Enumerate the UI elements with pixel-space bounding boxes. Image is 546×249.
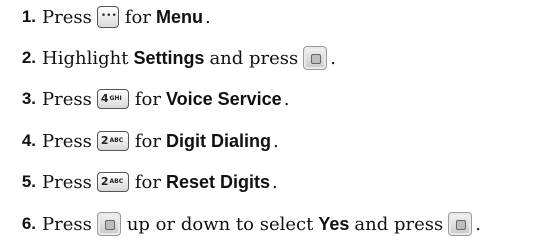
step-number: 5. xyxy=(21,172,36,191)
step-text: . xyxy=(204,6,211,28)
key-digit: 2 xyxy=(100,134,109,147)
step-text: and press xyxy=(354,213,444,235)
step-text: . xyxy=(271,171,278,193)
ok-key-icon xyxy=(303,46,328,70)
menu-key-icon: ••• xyxy=(96,6,119,28)
ok-center-icon xyxy=(311,54,322,64)
step-text: for xyxy=(124,6,151,28)
menu-option-label: Settings xyxy=(133,47,205,68)
step-number: 1. xyxy=(21,7,36,26)
step-text: for xyxy=(134,130,161,152)
step-text: Press xyxy=(42,213,92,235)
step-item: 6. Press up or down to select Yes and press. xyxy=(0,207,481,241)
step-item: 3. Press 4GHI for Voice Service. xyxy=(0,82,290,116)
key-letters: GHI xyxy=(109,95,122,102)
ok-key-icon xyxy=(448,212,473,236)
key-4-icon: 4GHI xyxy=(96,89,129,109)
step-item: 5. Press 2ABC for Reset Digits. xyxy=(0,165,278,199)
menu-dots-icon: ••• xyxy=(100,11,117,21)
step-text: and press xyxy=(209,47,299,69)
step-item: 1. Press ••• for Menu. xyxy=(0,0,211,34)
step-number: 3. xyxy=(21,89,36,108)
step-text: Press xyxy=(42,171,92,193)
step-text: up or down to select xyxy=(126,213,314,235)
ok-center-icon xyxy=(456,220,467,230)
step-number: 4. xyxy=(21,131,36,150)
key-2-icon: 2ABC xyxy=(96,172,129,192)
menu-option-label: Voice Service xyxy=(165,88,282,109)
step-number: 2. xyxy=(21,48,36,67)
step-text: Press xyxy=(42,6,92,28)
step-text: . xyxy=(272,130,279,152)
navigation-key-icon xyxy=(96,212,121,236)
step-number: 6. xyxy=(21,214,36,233)
step-text: . xyxy=(475,213,481,235)
step-text: Press xyxy=(42,130,92,152)
menu-option-label: Reset Digits xyxy=(165,171,270,192)
step-item: 4. Press 2ABC for Digit Dialing. xyxy=(0,124,279,158)
menu-option-label: Digit Dialing xyxy=(165,130,271,151)
key-digit: 2 xyxy=(100,175,109,188)
ok-center-icon xyxy=(104,220,115,230)
menu-option-label: Menu xyxy=(155,6,203,27)
key-letters: ABC xyxy=(109,137,124,144)
key-digit: 4 xyxy=(100,92,109,105)
step-text: . xyxy=(330,47,337,69)
step-text: Press xyxy=(42,88,92,110)
step-item: 2. Highlight Settings and press. xyxy=(0,41,336,75)
step-text: for xyxy=(134,171,161,193)
key-letters: ABC xyxy=(109,178,124,185)
menu-option-label: Yes xyxy=(318,213,350,234)
step-text: . xyxy=(283,88,290,110)
step-text: Highlight xyxy=(42,47,129,69)
step-text: for xyxy=(134,88,161,110)
key-2-icon: 2ABC xyxy=(96,131,129,151)
